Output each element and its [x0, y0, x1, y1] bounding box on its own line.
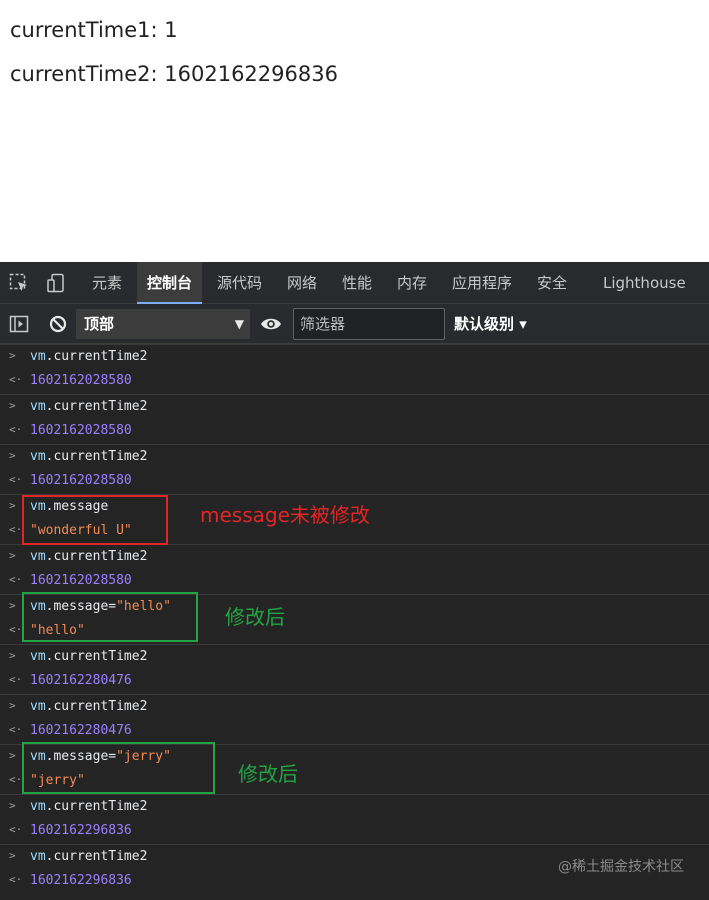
- inspect-element-icon[interactable]: [9, 273, 29, 293]
- green-highlight-box-jerry: [22, 742, 215, 794]
- console-result: 1602162296836: [30, 823, 132, 838]
- console-result-row: <· 1602162028580: [0, 469, 709, 494]
- input-chevron-icon: >: [9, 799, 16, 812]
- current-time-1-text: currentTime1: 1: [10, 18, 178, 42]
- result-arrow-icon: <·: [9, 473, 23, 486]
- console-result-row: <· 1602162028580: [0, 419, 709, 444]
- input-chevron-icon: >: [9, 649, 16, 662]
- device-toolbar-icon[interactable]: [46, 273, 66, 293]
- devtools-tabbar: 元素 控制台 源代码 网络 性能 内存 应用程序 安全 Lighthouse: [0, 262, 709, 304]
- tab-performance[interactable]: 性能: [342, 262, 372, 304]
- console-input[interactable]: vm.currentTime2: [30, 649, 147, 664]
- console-result-row: <· 1602162028580: [0, 369, 709, 394]
- result-arrow-icon: <·: [9, 573, 23, 586]
- tab-security[interactable]: 安全: [537, 262, 567, 304]
- console-input[interactable]: vm.currentTime2: [30, 549, 147, 564]
- result-arrow-icon: <·: [9, 623, 23, 636]
- console-result: 1602162028580: [30, 423, 132, 438]
- devtools-panel: 元素 控制台 源代码 网络 性能 内存 应用程序 安全 Lighthouse 顶…: [0, 262, 709, 900]
- tab-sources[interactable]: 源代码: [217, 262, 262, 304]
- live-expression-eye-icon[interactable]: [260, 314, 281, 334]
- result-arrow-icon: <·: [9, 423, 23, 436]
- input-chevron-icon: >: [9, 449, 16, 462]
- tab-memory[interactable]: 内存: [397, 262, 427, 304]
- context-selector-label: 顶部: [84, 315, 115, 333]
- result-arrow-icon: <·: [9, 673, 23, 686]
- input-chevron-icon: >: [9, 499, 16, 512]
- console-input-row: > vm.currentTime2: [0, 344, 709, 369]
- sidebar-toggle-icon[interactable]: [9, 314, 29, 334]
- console-input-row: > vm.currentTime2: [0, 444, 709, 469]
- console-result: 1602162028580: [30, 373, 132, 388]
- green-highlight-box-hello: [22, 592, 198, 642]
- console-input-row: > vm.currentTime2: [0, 644, 709, 669]
- modified-note-2: 修改后: [238, 762, 298, 786]
- page-preview: currentTime1: 1 currentTime2: 1602162296…: [0, 0, 709, 262]
- console-input-row: > vm.currentTime2: [0, 794, 709, 819]
- input-chevron-icon: >: [9, 699, 16, 712]
- input-chevron-icon: >: [9, 399, 16, 412]
- tab-console[interactable]: 控制台: [137, 262, 203, 304]
- console-input[interactable]: vm.currentTime2: [30, 849, 147, 864]
- console-result-row: <· 1602162280476: [0, 669, 709, 694]
- console-input[interactable]: vm.currentTime2: [30, 449, 147, 464]
- console-input[interactable]: vm.currentTime2: [30, 349, 147, 364]
- console-result-row: <· 1602162280476: [0, 719, 709, 744]
- input-chevron-icon: >: [9, 749, 16, 762]
- current-time-2-text: currentTime2: 1602162296836: [10, 62, 338, 86]
- console-input[interactable]: vm.currentTime2: [30, 799, 147, 814]
- result-arrow-icon: <·: [9, 723, 23, 736]
- console-result-row: <· 1602162028580: [0, 569, 709, 594]
- result-arrow-icon: <·: [9, 873, 23, 886]
- result-arrow-icon: <·: [9, 523, 23, 536]
- context-selector[interactable]: 顶部 ▼: [76, 309, 250, 339]
- console-result: 1602162296836: [30, 873, 132, 888]
- console-result-row: <· 1602162296836: [0, 819, 709, 844]
- modified-note-1: 修改后: [225, 605, 285, 629]
- console-input[interactable]: vm.currentTime2: [30, 699, 147, 714]
- log-levels-dropdown[interactable]: 默认级别 ▾: [454, 304, 527, 344]
- watermark: @稀土掘金技术社区: [558, 859, 684, 875]
- red-highlight-box: [22, 495, 168, 545]
- input-chevron-icon: >: [9, 849, 16, 862]
- result-arrow-icon: <·: [9, 773, 23, 786]
- result-arrow-icon: <·: [9, 373, 23, 386]
- input-chevron-icon: >: [9, 549, 16, 562]
- console-result: 1602162028580: [30, 573, 132, 588]
- tab-elements[interactable]: 元素: [92, 262, 122, 304]
- tab-application[interactable]: 应用程序: [452, 262, 512, 304]
- tab-network[interactable]: 网络: [287, 262, 317, 304]
- message-unchanged-note: message未被修改: [200, 503, 370, 527]
- console-result: 1602162280476: [30, 723, 132, 738]
- result-arrow-icon: <·: [9, 823, 23, 836]
- console-result: 1602162028580: [30, 473, 132, 488]
- console-input-row: > vm.currentTime2: [0, 544, 709, 569]
- console-input[interactable]: vm.currentTime2: [30, 399, 147, 414]
- filter-input[interactable]: [293, 308, 445, 340]
- chevron-down-icon: ▼: [234, 317, 244, 331]
- input-chevron-icon: >: [9, 349, 16, 362]
- clear-console-icon[interactable]: [48, 314, 68, 334]
- console-input-row: > vm.currentTime2: [0, 394, 709, 419]
- console-toolbar: 顶部 ▼ 默认级别 ▾: [0, 304, 709, 344]
- input-chevron-icon: >: [9, 599, 16, 612]
- console-input-row: > vm.currentTime2: [0, 694, 709, 719]
- console-result: 1602162280476: [30, 673, 132, 688]
- tab-lighthouse[interactable]: Lighthouse: [603, 262, 686, 304]
